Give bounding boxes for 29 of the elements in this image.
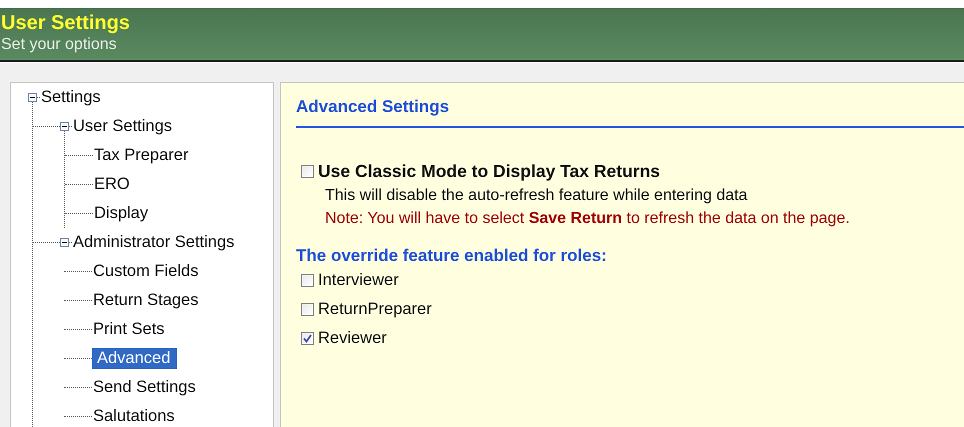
checkbox[interactable] <box>301 274 314 287</box>
page-subtitle: Set your options <box>1 35 118 55</box>
checkbox[interactable] <box>301 303 314 316</box>
tree-item[interactable]: Custom Fields <box>92 261 200 282</box>
page-title: User Settings <box>1 11 131 35</box>
section-heading: Advanced Settings <box>296 97 964 128</box>
checkbox[interactable] <box>301 332 314 345</box>
tree-item[interactable]: Display <box>93 203 150 224</box>
tree-item[interactable]: Salutations <box>92 406 176 427</box>
checkbox-label: Reviewer <box>318 329 387 348</box>
checkbox[interactable] <box>301 165 314 178</box>
tree-item[interactable]: Print Sets <box>92 319 166 340</box>
tree-item[interactable]: Send Settings <box>92 377 197 398</box>
tree-item[interactable]: Return Stages <box>92 290 200 311</box>
description-text: This will disable the auto-refresh feature while entering data <box>325 186 748 206</box>
collapse-icon[interactable] <box>28 93 37 102</box>
tree-item[interactable]: User Settings <box>72 116 174 137</box>
tree-item[interactable]: ERO <box>93 174 131 195</box>
checkbox-label: ReturnPreparer <box>318 300 432 319</box>
tree-item[interactable]: Settings <box>40 87 102 108</box>
tree-item[interactable]: Administrator Settings <box>72 232 236 253</box>
checkbox-label: Use Classic Mode to Display Tax Returns <box>318 161 660 182</box>
tree-item[interactable]: Tax Preparer <box>93 145 190 166</box>
collapse-icon[interactable] <box>60 238 69 247</box>
roles-heading: The override feature enabled for roles: <box>296 246 608 266</box>
collapse-icon[interactable] <box>60 122 69 131</box>
tree-item[interactable]: Advanced <box>92 348 178 369</box>
note-text: Note: You will have to select Save Return to refresh the data on the page. <box>325 209 851 229</box>
checkbox-label: Interviewer <box>318 271 399 290</box>
